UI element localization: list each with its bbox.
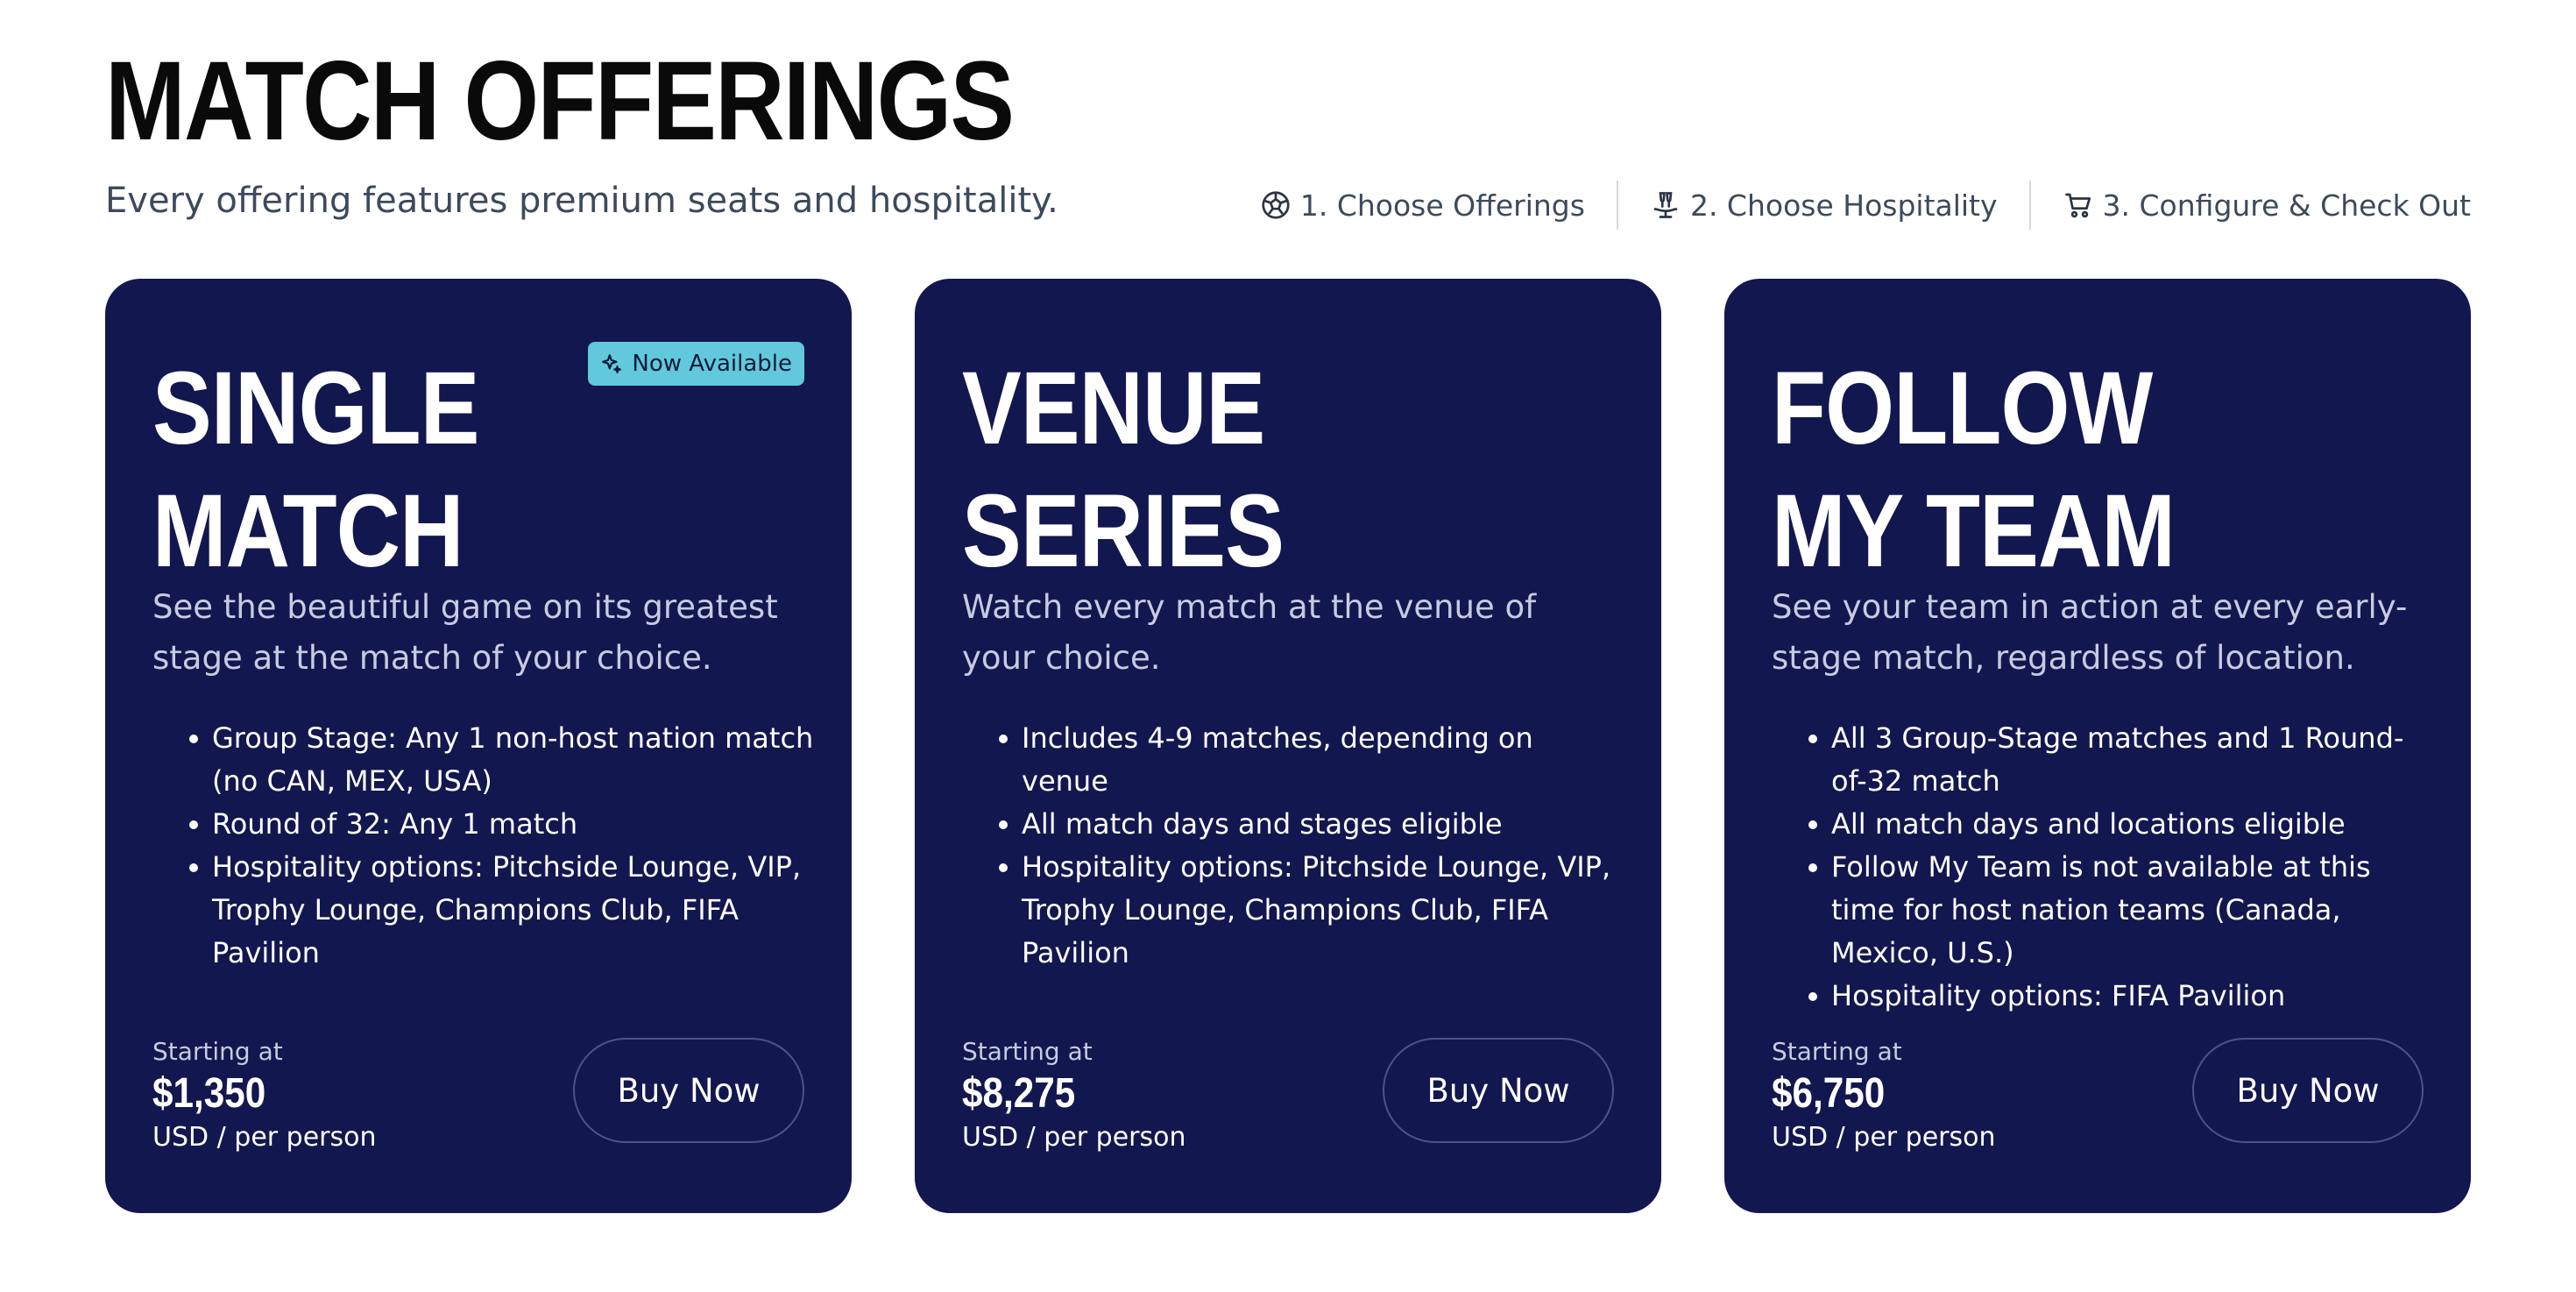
price-amount: $6,750 [1772, 1070, 1886, 1117]
feature-item: All match days and stages eligible [962, 803, 1628, 846]
price-block: Starting at $6,750 USD / per person [1772, 1034, 1995, 1157]
feature-item: All 3 Group-Stage matches and 1 Round-of… [1772, 717, 2438, 803]
offering-card-follow-my-team: FOLLOW MY TEAM See your team in action a… [1724, 279, 2471, 1213]
offering-card-single-match: SINGLE MATCH Now Available See the beaut… [105, 279, 852, 1213]
soccer-ball-icon [1260, 189, 1292, 221]
offering-card-venue-series: VENUE SERIES Watch every match at the ve… [915, 279, 1661, 1213]
buy-now-button[interactable]: Buy Now [573, 1038, 804, 1143]
price-label: Starting at [152, 1037, 283, 1066]
price-label: Starting at [962, 1037, 1093, 1066]
step-choose-offerings[interactable]: 1. Choose Offerings [1228, 181, 1617, 230]
price-unit: USD / per person [152, 1122, 377, 1153]
badge-label: Now Available [632, 351, 792, 377]
sparkle-icon [600, 352, 623, 375]
card-title: VENUE SERIES [962, 351, 1284, 589]
card-description: See your team in action at every early-s… [1772, 588, 2408, 677]
price-label: Starting at [1772, 1037, 1902, 1066]
step-label: 1. Choose Offerings [1299, 188, 1585, 223]
feature-item: Includes 4-9 matches, depending on venue [962, 717, 1628, 803]
card-title: SINGLE MATCH [152, 351, 479, 589]
champagne-tray-icon [1650, 189, 1681, 221]
page: MATCH OFFERINGS Every offering features … [0, 0, 2576, 1292]
price-unit: USD / per person [962, 1122, 1186, 1153]
feature-list: All 3 Group-Stage matches and 1 Round-of… [1772, 717, 2438, 1018]
price-amount: $1,350 [152, 1070, 266, 1117]
buy-now-button[interactable]: Buy Now [1383, 1038, 1614, 1143]
feature-list: Group Stage: Any 1 non-host nation match… [152, 717, 818, 975]
price-block: Starting at $8,275 USD / per person [962, 1034, 1185, 1157]
feature-item: Round of 32: Any 1 match [152, 803, 818, 846]
price-unit: USD / per person [1772, 1122, 1996, 1153]
feature-item: Hospitality options: FIFA Pavilion [1772, 975, 2438, 1018]
card-title: FOLLOW MY TEAM [1772, 351, 2176, 589]
feature-item: Hospitality options: Pitchside Lounge, V… [962, 846, 1628, 975]
price-block: Starting at $1,350 USD / per person [152, 1034, 376, 1157]
buy-now-button[interactable]: Buy Now [2192, 1038, 2424, 1143]
checkout-steps: 1. Choose Offerings 2. Choose Hospitalit… [1228, 181, 2471, 230]
cart-icon [2063, 189, 2094, 221]
feature-item: All match days and locations eligible [1772, 803, 2438, 846]
step-label: 3. Configure & Check Out [2102, 188, 2471, 223]
page-title: MATCH OFFERINGS [105, 39, 1015, 164]
step-label: 2. Choose Hospitality [1689, 188, 1998, 223]
feature-list: Includes 4-9 matches, depending on venue… [962, 717, 1628, 975]
feature-item: Group Stage: Any 1 non-host nation match… [152, 717, 818, 803]
now-available-badge: Now Available [588, 342, 804, 386]
feature-item: Follow My Team is not available at this … [1772, 846, 2438, 975]
price-amount: $8,275 [962, 1070, 1076, 1117]
step-configure-checkout[interactable]: 3. Configure & Check Out [2031, 181, 2471, 230]
feature-item: Hospitality options: Pitchside Lounge, V… [152, 846, 818, 975]
card-description: Watch every match at the venue of your c… [962, 588, 1537, 677]
card-description: See the beautiful game on its greatest s… [152, 588, 778, 677]
step-choose-hospitality[interactable]: 2. Choose Hospitality [1618, 181, 2029, 230]
page-subtitle: Every offering features premium seats an… [105, 181, 1058, 221]
